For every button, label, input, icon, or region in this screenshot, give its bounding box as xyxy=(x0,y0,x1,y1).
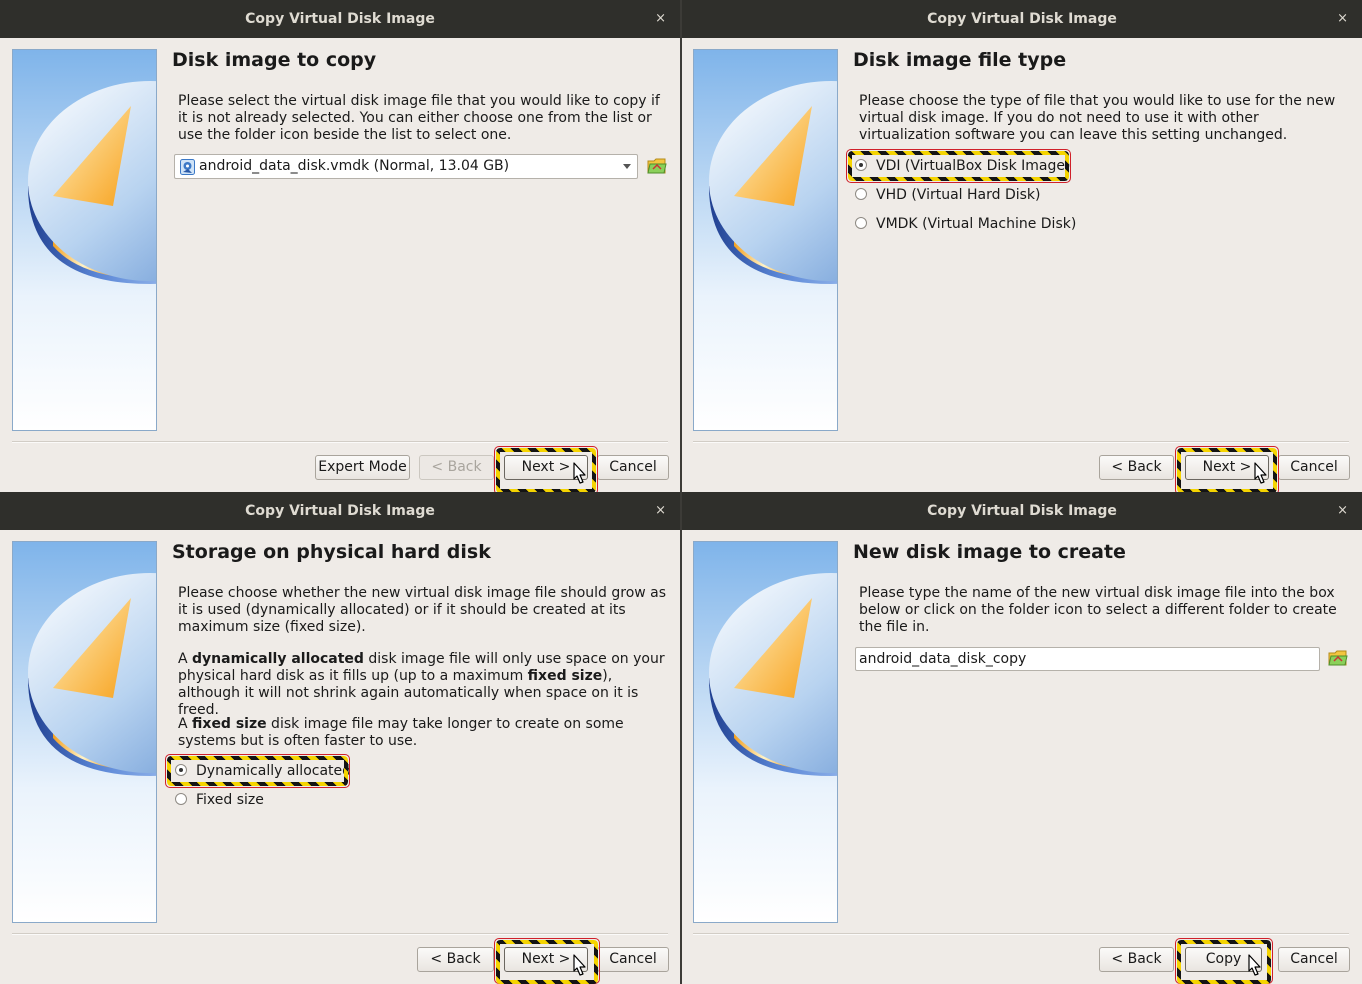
radio-label: Dynamically allocated xyxy=(196,763,352,779)
radio-vmdk[interactable]: VMDK (Virtual Machine Disk) xyxy=(850,213,1076,235)
dialog-new-disk-image-to-create: Copy Virtual Disk Image × New disk image… xyxy=(682,492,1362,984)
page-title: Disk image to copy xyxy=(172,49,377,71)
folder-icon[interactable] xyxy=(1328,649,1348,667)
text: A xyxy=(178,716,193,732)
bold-text: dynamically allocated xyxy=(192,651,364,667)
page-title: Storage on physical hard disk xyxy=(172,541,491,563)
dialog-storage-on-physical-disk: Copy Virtual Disk Image × Storage on phy… xyxy=(0,492,680,984)
page-title: New disk image to create xyxy=(853,541,1126,563)
button-separator xyxy=(12,933,668,935)
title-bar: Copy Virtual Disk Image × xyxy=(682,492,1362,530)
page-title: Disk image file type xyxy=(853,49,1067,71)
folder-icon[interactable] xyxy=(647,157,667,175)
close-icon[interactable]: × xyxy=(1337,0,1348,38)
wizard-disk-illustration xyxy=(12,49,157,431)
radio-indicator[interactable] xyxy=(855,217,867,229)
page-description: Please choose the type of file that you … xyxy=(859,93,1336,143)
bold-text: fixed size xyxy=(527,668,603,684)
button-separator xyxy=(693,933,1349,935)
title-bar: Copy Virtual Disk Image × xyxy=(0,0,680,38)
wizard-disk-illustration xyxy=(693,49,838,431)
new-disk-name-input[interactable] xyxy=(855,647,1320,671)
chevron-down-icon[interactable] xyxy=(623,164,631,169)
disk-icon xyxy=(180,159,195,175)
dialog-disk-image-file-type: Copy Virtual Disk Image × Disk image fil… xyxy=(682,0,1362,492)
close-icon[interactable]: × xyxy=(655,492,666,530)
close-icon[interactable]: × xyxy=(655,0,666,38)
radio-fixed-size[interactable]: Fixed size xyxy=(170,789,264,811)
cancel-button[interactable]: Cancel xyxy=(1278,455,1350,480)
page-description: Please choose whether the new virtual di… xyxy=(178,585,667,635)
window-title: Copy Virtual Disk Image xyxy=(245,503,435,519)
bold-text: fixed size xyxy=(192,716,267,732)
close-icon[interactable]: × xyxy=(1337,492,1348,530)
wizard-disk-illustration xyxy=(12,541,157,923)
radio-label: VDI (VirtualBox Disk Image) xyxy=(876,158,1071,174)
wizard-disk-illustration xyxy=(693,541,838,923)
text: A xyxy=(178,651,193,667)
radio-label: VMDK (Virtual Machine Disk) xyxy=(876,216,1077,232)
radio-label: VHD (Virtual Hard Disk) xyxy=(876,187,1041,203)
back-button[interactable]: < Back xyxy=(1099,947,1174,972)
window-title: Copy Virtual Disk Image xyxy=(927,11,1117,27)
back-button[interactable]: < Back xyxy=(419,455,494,480)
back-button[interactable]: < Back xyxy=(417,947,494,972)
dynamic-allocation-description: A dynamically allocated disk image file … xyxy=(178,651,668,719)
radio-indicator[interactable] xyxy=(855,188,867,200)
page-description: Please type the name of the new virtual … xyxy=(859,585,1337,635)
window-title: Copy Virtual Disk Image xyxy=(927,503,1117,519)
button-separator xyxy=(12,441,668,443)
cancel-button[interactable]: Cancel xyxy=(1278,947,1350,972)
radio-indicator[interactable] xyxy=(175,793,187,805)
fixed-size-description: A fixed size disk image file may take lo… xyxy=(178,716,668,750)
page-description: Please select the virtual disk image fil… xyxy=(178,93,660,143)
button-separator xyxy=(693,441,1349,443)
window-title: Copy Virtual Disk Image xyxy=(245,11,435,27)
source-disk-combobox[interactable]: android_data_disk.vmdk (Normal, 13.04 GB… xyxy=(174,154,638,179)
cancel-button[interactable]: Cancel xyxy=(597,947,669,972)
copy-button[interactable]: Copy xyxy=(1185,947,1262,972)
radio-indicator[interactable] xyxy=(175,764,187,776)
cancel-button[interactable]: Cancel xyxy=(597,455,669,480)
radio-dynamically-allocated[interactable]: Dynamically allocated xyxy=(170,760,351,782)
radio-indicator[interactable] xyxy=(855,159,867,171)
radio-label: Fixed size xyxy=(196,792,264,808)
source-disk-value: android_data_disk.vmdk (Normal, 13.04 GB… xyxy=(199,158,510,174)
title-bar: Copy Virtual Disk Image × xyxy=(682,0,1362,38)
next-button[interactable]: Next > xyxy=(1185,455,1269,480)
next-button[interactable]: Next > xyxy=(504,947,588,972)
next-button[interactable]: Next > xyxy=(504,455,588,480)
dialog-disk-image-to-copy: Copy Virtual Disk Image × Disk image to … xyxy=(0,0,680,492)
expert-mode-button[interactable]: Expert Mode xyxy=(315,455,410,480)
radio-vdi[interactable]: VDI (VirtualBox Disk Image) xyxy=(850,155,1070,177)
back-button[interactable]: < Back xyxy=(1099,455,1174,480)
title-bar: Copy Virtual Disk Image × xyxy=(0,492,680,530)
radio-vhd[interactable]: VHD (Virtual Hard Disk) xyxy=(850,184,1040,206)
